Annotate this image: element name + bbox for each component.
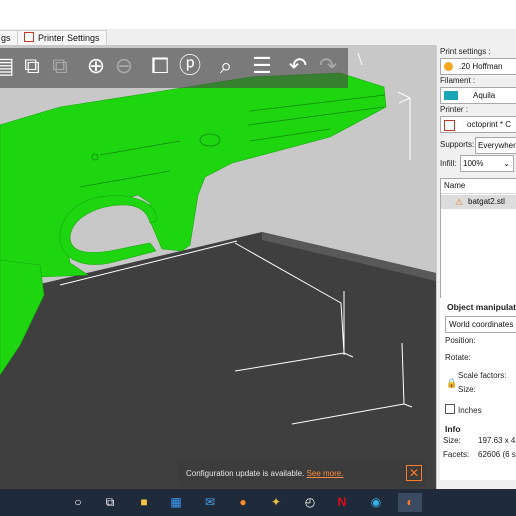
tab-bar: gs Printer Settings: [0, 29, 516, 46]
info-facets-label: Facets:: [443, 450, 470, 459]
object-name: batgat2.stl: [468, 197, 505, 206]
info-facets-value: 62606 (6 she: [478, 450, 516, 459]
gear-icon: [444, 62, 453, 71]
copy-icon[interactable]: ⧉: [18, 52, 46, 80]
filament-color-swatch: [444, 91, 458, 100]
arrange-icon[interactable]: ▤: [0, 52, 18, 80]
close-icon[interactable]: ✕: [406, 465, 422, 481]
object-list[interactable]: Name ⚠ batgat2.stl: [440, 178, 516, 300]
split-parts-icon[interactable]: ⓟ: [176, 52, 204, 80]
paste-icon[interactable]: ⧉: [46, 52, 74, 80]
filament-label: Filament :: [440, 76, 476, 85]
lock-icon[interactable]: 🔒: [446, 378, 457, 389]
info-title: Info: [445, 424, 461, 434]
size-label: Size:: [458, 385, 476, 394]
firefox-icon[interactable]: ●: [233, 493, 253, 512]
chevron-down-icon: ⌄: [503, 159, 510, 168]
right-sidebar: Print settings : .20 Hoffman Filament : …: [436, 45, 516, 489]
netflix-icon[interactable]: N: [332, 493, 352, 512]
speed-icon[interactable]: ◴: [300, 493, 320, 512]
print-settings-label: Print settings :: [440, 47, 491, 56]
infill-combo[interactable]: 100% ⌄: [460, 155, 514, 172]
infill-label: Infill:: [440, 159, 457, 168]
inches-checkbox[interactable]: Inches: [445, 404, 482, 415]
file-explorer-icon[interactable]: ■: [134, 493, 154, 512]
layers-icon[interactable]: ☰: [248, 52, 276, 80]
remove-instance-icon[interactable]: ⊖: [110, 52, 138, 80]
mail-icon[interactable]: ✉: [200, 493, 220, 512]
supports-label: Supports:: [440, 140, 475, 149]
scene-canvas: [0, 52, 436, 489]
info-panel: Info Size: 197.63 x 42. Facets: 62606 (6…: [440, 420, 516, 480]
printer-settings-icon: [24, 32, 34, 42]
printer-icon: [444, 120, 455, 131]
coordinates-combo[interactable]: World coordinates: [445, 316, 516, 333]
app-icon[interactable]: ✦: [266, 493, 286, 512]
task-view-icon[interactable]: ⧉: [100, 493, 120, 512]
printer-label: Printer :: [440, 105, 469, 114]
edge-icon[interactable]: ◉: [366, 493, 386, 512]
window-top-area: [0, 0, 516, 30]
viewport-toolbar: ▤ ⧉ ⧉ ⊕ ⊖ ⧠ ⓟ ⌕ ☰ ↶ ↷: [0, 48, 348, 88]
supports-combo[interactable]: Everywhere: [475, 137, 516, 154]
info-size-value: 197.63 x 42.: [478, 436, 516, 445]
windows-taskbar: ○ ⧉ ■ ▦ ✉ ● ✦ ◴ N ◉ ◐: [0, 489, 516, 516]
notification-message: Configuration update is available.: [186, 469, 305, 478]
tab-filament-settings[interactable]: gs: [0, 30, 18, 45]
tab-printer-settings[interactable]: Printer Settings: [17, 30, 107, 45]
search-circle-icon[interactable]: ○: [68, 493, 88, 512]
redo-icon[interactable]: ↷: [314, 52, 342, 80]
split-objects-icon[interactable]: ⧠: [146, 52, 174, 80]
printer-combo[interactable]: octoprint * C: [440, 116, 516, 133]
filament-combo[interactable]: Aquila: [440, 87, 516, 104]
see-more-link[interactable]: See more.: [307, 469, 344, 478]
warning-icon: ⚠: [455, 197, 464, 207]
config-update-notification: Configuration update is available. See m…: [178, 461, 426, 487]
print-settings-combo[interactable]: .20 Hoffman: [440, 58, 516, 75]
object-manipulation-title: Object manipulation: [447, 302, 516, 312]
search-icon[interactable]: ⌕: [212, 52, 240, 80]
3d-viewport[interactable]: ▤ ⧉ ⧉ ⊕ ⊖ ⧠ ⓟ ⌕ ☰ ↶ ↷: [0, 45, 436, 489]
position-label: Position:: [445, 336, 476, 345]
prusaslicer-icon[interactable]: ◐: [398, 493, 422, 512]
rotate-label: Rotate:: [445, 353, 471, 362]
checkbox-icon: [445, 404, 455, 414]
add-instance-icon[interactable]: ⊕: [82, 52, 110, 80]
store-icon[interactable]: ▦: [166, 493, 186, 512]
scale-factors-label: Scale factors:: [458, 371, 507, 380]
object-manipulation-panel: Object manipulation World coordinates Po…: [440, 298, 516, 420]
list-header-name: Name: [444, 181, 466, 190]
undo-icon[interactable]: ↶: [284, 52, 312, 80]
list-item[interactable]: ⚠ batgat2.stl: [441, 195, 516, 209]
info-size-label: Size:: [443, 436, 461, 445]
